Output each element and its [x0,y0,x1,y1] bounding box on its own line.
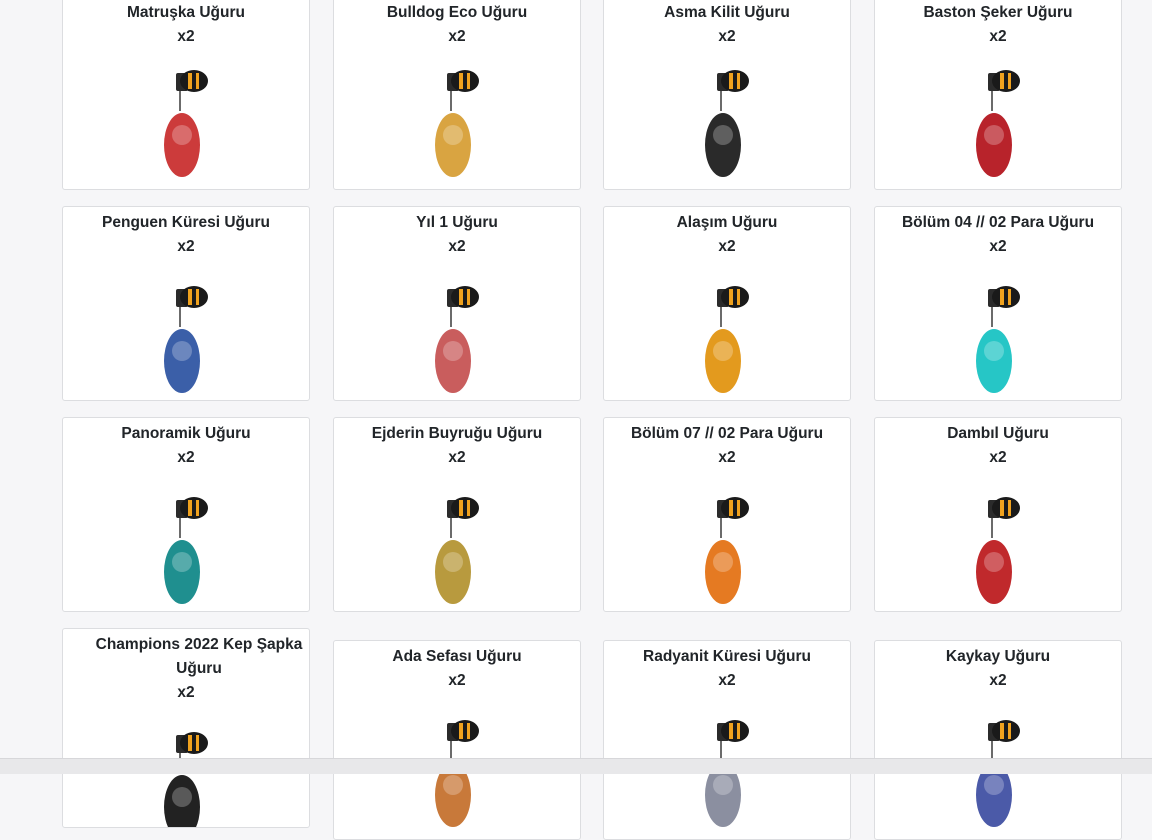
charm-card[interactable]: Ejderin Buyruğu Uğuru x2 [333,417,581,612]
charm-card[interactable]: Penguen Küresi Uğuru x2 [62,206,310,401]
charm-card[interactable]: Bölüm 04 // 02 Para Uğuru x2 [874,206,1122,401]
charm-card[interactable]: Champions 2022 Kep Şapka Uğuru x2 [62,628,310,828]
charm-title: Penguen Küresi Uğuru [102,214,270,231]
alloy-robot-charm-icon [687,283,767,400]
charm-title: Alaşım Uğuru [676,214,778,231]
charm-quantity: x2 [448,449,466,466]
charm-card[interactable]: Matruşka Uğuru x2 [62,0,310,190]
charm-title: Yıl 1 Uğuru [416,214,498,231]
charm-card[interactable]: Kaykay Uğuru x2 [874,640,1122,840]
charm-card[interactable]: Bölüm 07 // 02 Para Uğuru x2 [603,417,851,612]
charm-title: Ejderin Buyruğu Uğuru [371,425,543,442]
charm-quantity: x2 [989,28,1007,45]
charm-card[interactable]: Ada Sefası Uğuru x2 [333,640,581,840]
charm-title: Panoramik Uğuru [121,425,251,442]
candy-cane-charm-icon [958,67,1038,189]
charm-quantity: x2 [177,238,195,255]
charm-title: Bulldog Eco Uğuru [386,4,528,21]
charm-title: Radyanit Küresi Uğuru [643,648,811,665]
charm-title: Champions 2022 Kep Şapka Uğuru [95,636,303,677]
charm-card[interactable]: Yıl 1 Uğuru x2 [333,206,581,401]
charm-title: Bölüm 07 // 02 Para Uğuru [630,425,824,442]
cake-slice-charm-icon [417,283,497,400]
charm-card[interactable]: Dambıl Uğuru x2 [874,417,1122,612]
charm-quantity: x2 [177,684,195,701]
horizontal-scrollbar[interactable] [0,758,1152,774]
charm-quantity: x2 [177,28,195,45]
inventory-grid: Matruşka Uğuru x2 Bulldog Eco Uğuru x2 Asm… [0,0,1152,840]
charm-title: Kaykay Uğuru [945,648,1051,665]
charm-quantity: x2 [718,28,736,45]
charm-quantity: x2 [989,672,1007,689]
bulldog-dollar-charm-icon [417,67,497,189]
charm-title: Asma Kilit Uğuru [664,4,790,21]
skateboard-charm-icon [958,717,1038,839]
charm-card[interactable]: Bulldog Eco Uğuru x2 [333,0,581,190]
charm-title: Ada Sefası Uğuru [392,648,522,665]
charm-card[interactable]: Asma Kilit Uğuru x2 [603,0,851,190]
charm-quantity: x2 [718,449,736,466]
charm-title: Baston Şeker Uğuru [923,4,1073,21]
matryoshka-charm-icon [146,67,226,189]
charm-quantity: x2 [448,28,466,45]
ep4-coin-charm-icon [958,283,1038,400]
charm-quantity: x2 [448,672,466,689]
charm-quantity: x2 [989,238,1007,255]
charm-title: Bölüm 04 // 02 Para Uğuru [901,214,1095,231]
dragon-charm-icon [417,494,497,611]
penguin-globe-charm-icon [146,283,226,400]
charm-card[interactable]: Alaşım Uğuru x2 [603,206,851,401]
champions-cap-charm-icon [146,729,226,827]
charm-quantity: x2 [989,449,1007,466]
charm-card[interactable]: Panoramik Uğuru x2 [62,417,310,612]
charm-title: Dambıl Uğuru [947,425,1049,442]
radianite-globe-charm-icon [687,717,767,839]
charm-quantity: x2 [718,672,736,689]
charm-quantity: x2 [718,238,736,255]
island-charm-icon [417,717,497,839]
charm-quantity: x2 [448,238,466,255]
charm-quantity: x2 [177,449,195,466]
kettlebell-charm-icon [958,494,1038,611]
padlock-charm-icon [687,67,767,189]
surfboard-charm-icon [146,494,226,611]
ep7-coin-charm-icon [687,494,767,611]
charm-title: Matruşka Uğuru [127,4,245,21]
charm-card[interactable]: Radyanit Küresi Uğuru x2 [603,640,851,840]
charm-card[interactable]: Baston Şeker Uğuru x2 [874,0,1122,190]
